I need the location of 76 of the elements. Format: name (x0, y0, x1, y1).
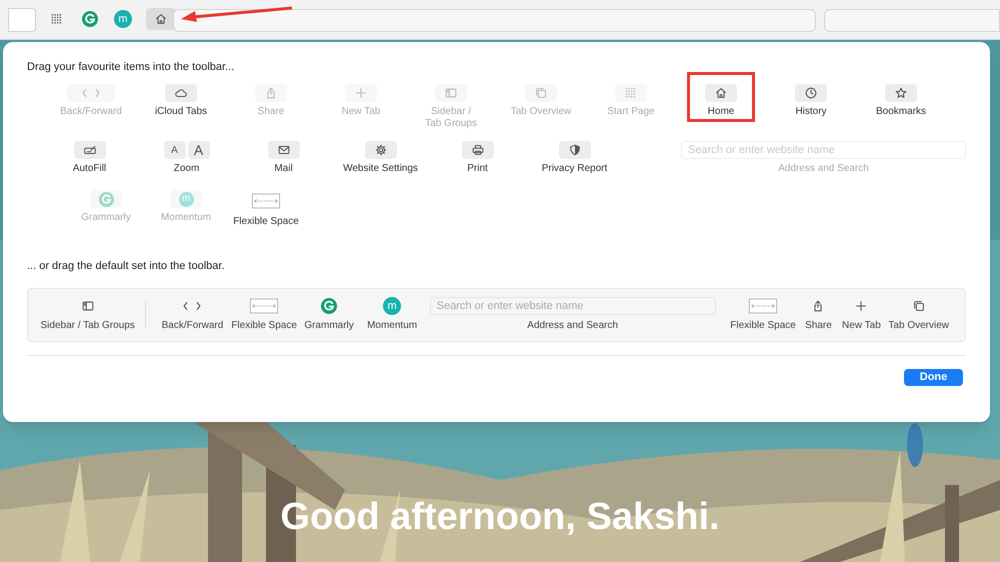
grid-icon (624, 86, 638, 100)
item-label: Privacy Report (542, 163, 608, 175)
item-label: Back/Forward (162, 320, 224, 332)
pen-field-icon (82, 143, 96, 157)
item-label: Print (467, 163, 488, 175)
item-label: Bookmarks (876, 106, 926, 118)
grid-icon (50, 12, 64, 26)
item-label: Tab Overview (888, 320, 949, 332)
item-label: New Tab (342, 106, 380, 118)
text-field[interactable] (8, 8, 36, 32)
annotation-box (687, 72, 755, 122)
home-icon (154, 12, 168, 26)
extension-button[interactable] (80, 8, 100, 30)
toolbar-item-button[interactable] (462, 141, 494, 159)
item-label: New Tab (842, 320, 881, 332)
item-label: Mail (274, 163, 293, 175)
zoom-in-button[interactable]: A (188, 141, 210, 159)
toolbar-item-button[interactable] (885, 84, 917, 102)
grammarly-logo-icon (82, 11, 98, 27)
flexible-space-icon (749, 298, 778, 314)
item-label: iCloud Tabs (154, 106, 208, 118)
grammarly-logo-icon (321, 298, 338, 314)
item-label: Momentum (367, 320, 418, 332)
item-label: Share (805, 320, 832, 332)
address-field[interactable] (173, 9, 816, 32)
item-label: Website Settings (343, 163, 418, 175)
item-label: Flexible Space (233, 216, 299, 228)
sidebar-icon (444, 86, 458, 100)
item-label: Sidebar / Tab Groups (40, 320, 135, 332)
search-field[interactable] (824, 9, 1000, 32)
shield-icon (568, 143, 582, 157)
instruction-text: Drag your favourite items into the toolbar... (27, 60, 236, 75)
item-label: Zoom (174, 163, 200, 175)
toolbar-item-button[interactable] (364, 141, 396, 159)
printer-icon (470, 143, 484, 157)
toolbar-item-button[interactable] (705, 84, 737, 102)
item-label: AutoFill (72, 163, 106, 175)
plus-icon (854, 299, 868, 313)
item-label: History (795, 106, 827, 118)
item-label: Grammarly (81, 212, 131, 224)
default-toolbar-set[interactable]: Sidebar / Tab Groups Back/Forward Flexible Space Grammarly m Momentum Search or enter website name Address and Search Flexible Space Share New Tab Tab Overview (27, 288, 966, 342)
item-label: Momentum (160, 212, 211, 224)
item-label: Share (258, 106, 284, 118)
momentum-logo-icon: m (178, 192, 194, 206)
grammarly-logo-icon (98, 192, 114, 206)
sidebar-icon (80, 299, 95, 313)
mail-icon (276, 143, 290, 157)
item-label: Grammarly (304, 320, 354, 332)
flexible-space-icon (250, 298, 278, 314)
tabs-icon (534, 86, 548, 100)
item-label: Flexible Space (231, 320, 297, 332)
home-icon (714, 86, 728, 100)
toolbar-item-button[interactable] (558, 141, 590, 159)
item-label: Home (708, 106, 734, 118)
item-label: Address and Search (527, 320, 618, 332)
clock-icon (804, 86, 818, 100)
settings-icon (374, 143, 388, 157)
item-label: Flexible Space (730, 320, 796, 332)
plus-icon (354, 86, 368, 100)
star-icon (894, 86, 908, 100)
toolbar-item-button[interactable] (795, 84, 827, 102)
toolbar-item-button[interactable] (165, 84, 197, 102)
toolbar-item-button[interactable] (268, 141, 300, 159)
item-label: Tab Overview (510, 106, 572, 118)
zoom-out-button[interactable]: A (164, 141, 186, 159)
momentum-logo-icon: m (383, 297, 402, 315)
item-label: Sidebar / Tab Groups (425, 106, 477, 130)
done-button[interactable]: Done (904, 368, 963, 386)
item-label: Back/Forward (60, 106, 122, 118)
item-label: Address and Search (778, 163, 869, 175)
address-search-field[interactable]: Search or enter website name (430, 297, 716, 315)
home-button[interactable] (146, 8, 176, 30)
instruction-text: ... or drag the default set into the toolbar. (27, 259, 226, 274)
toolbar-item-button[interactable] (74, 141, 106, 159)
tabs-icon (912, 299, 926, 313)
item-label: Start Page (607, 106, 655, 118)
